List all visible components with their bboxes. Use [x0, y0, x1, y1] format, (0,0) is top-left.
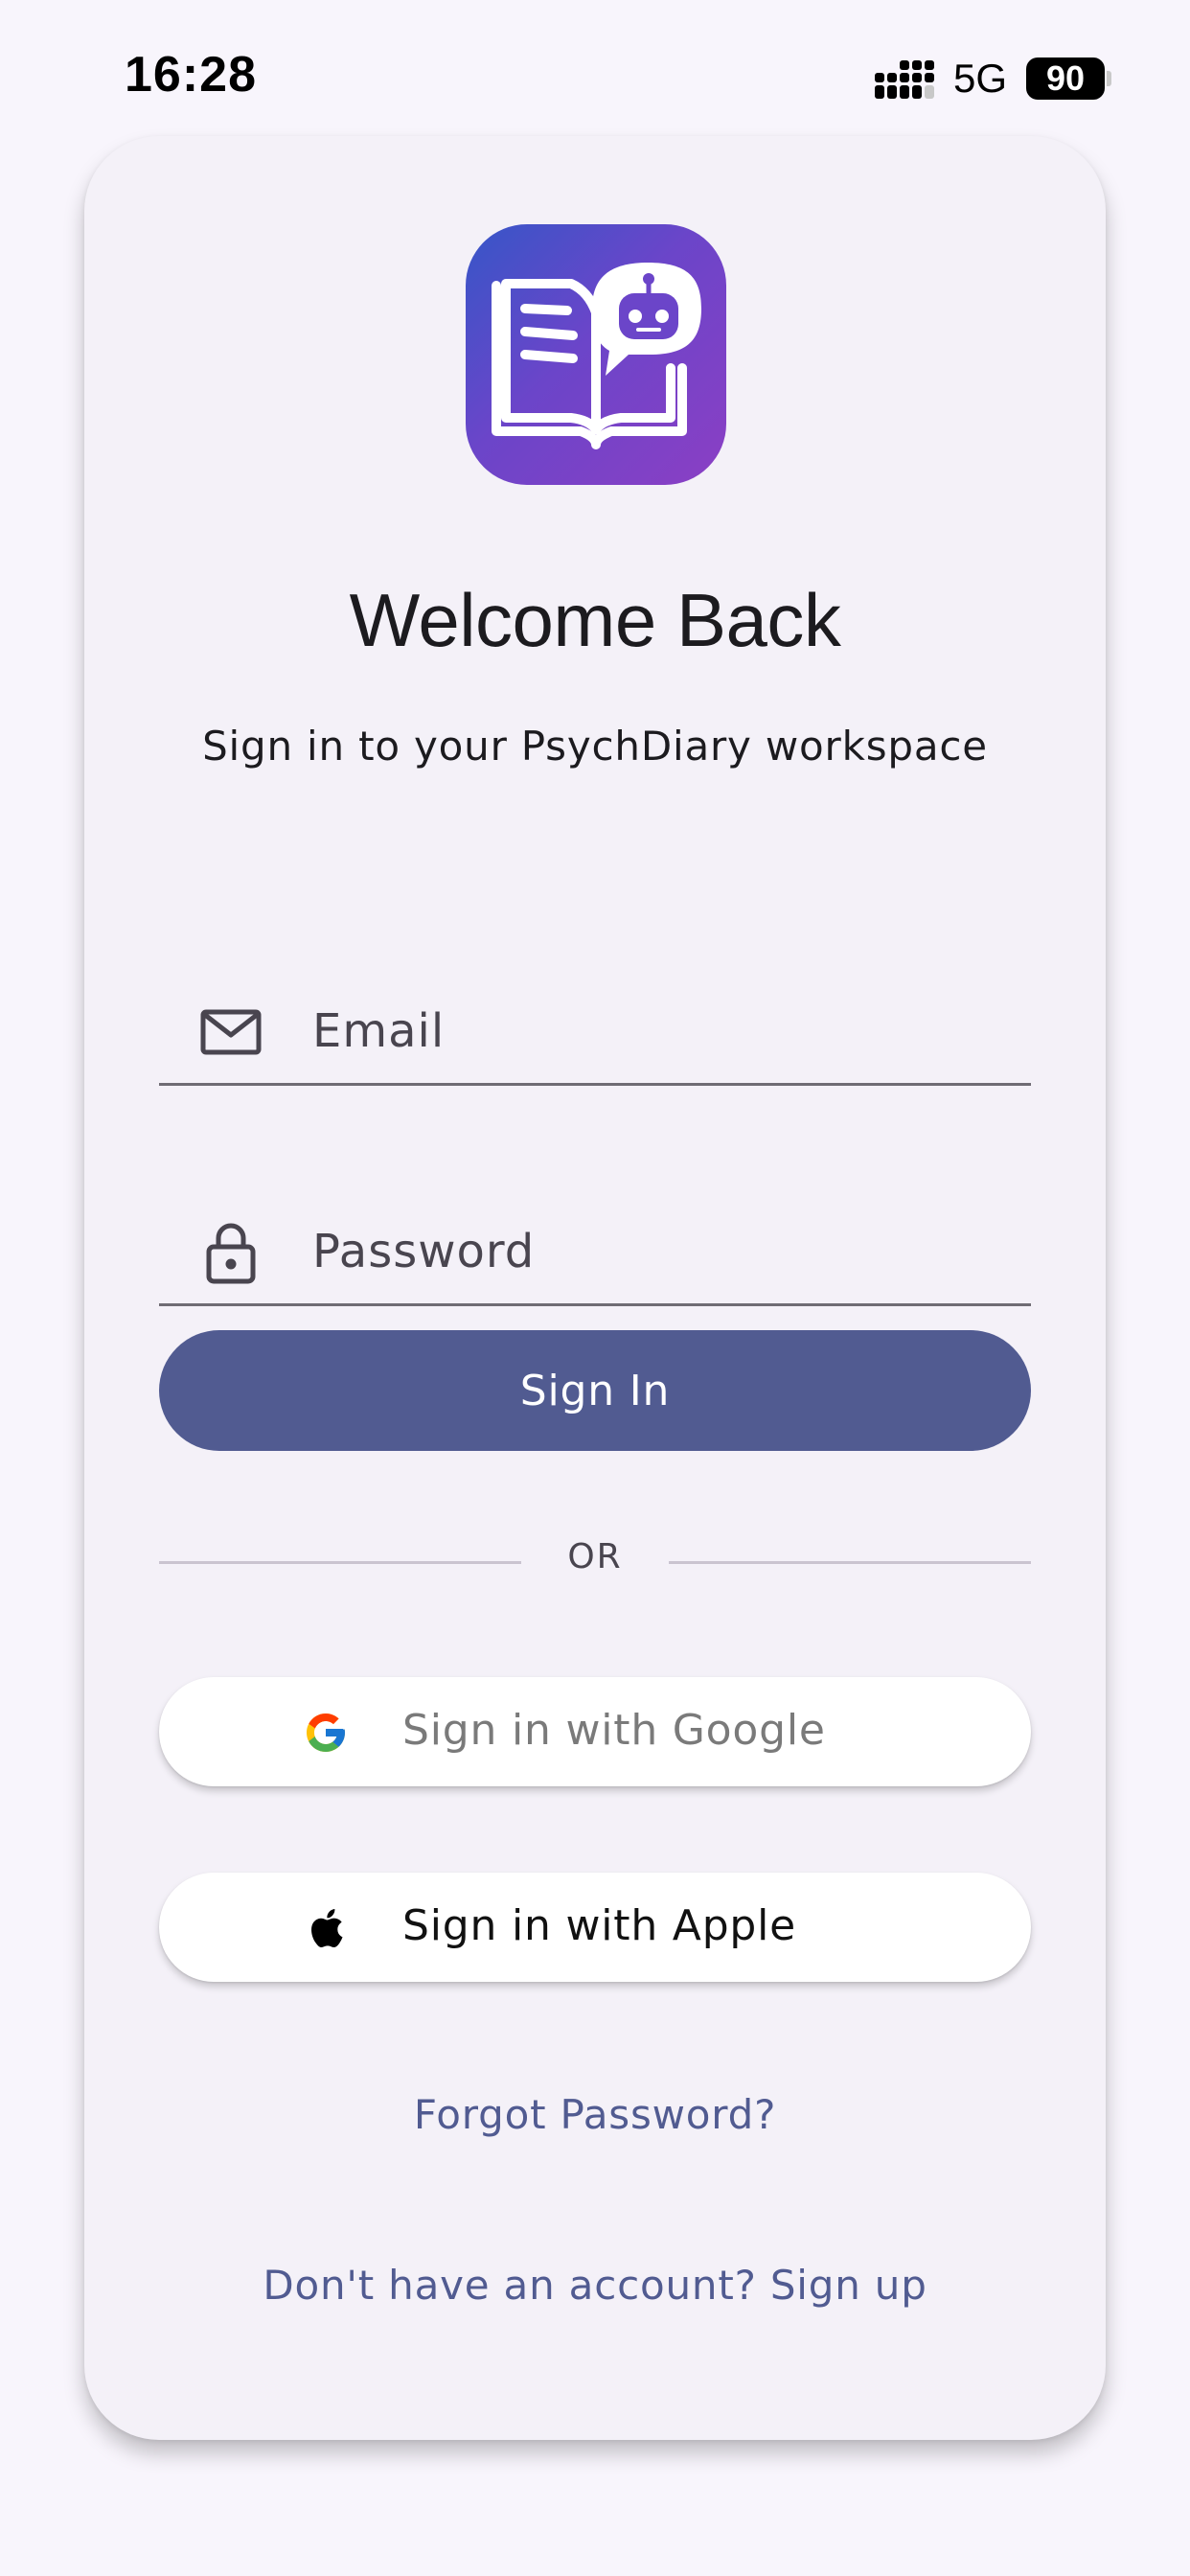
sign-up-link[interactable]: Don't have an account? Sign up [84, 2262, 1106, 2309]
apple-icon [311, 1909, 343, 1948]
lock-icon [206, 1223, 256, 1284]
status-indicators: 5G 90 [874, 56, 1111, 102]
divider-line-right [669, 1561, 1031, 1564]
login-card: Welcome Back Sign in to your PsychDiary … [84, 136, 1106, 2440]
or-divider: OR [159, 1533, 1031, 1591]
battery-tip [1107, 71, 1111, 86]
signal-strength-icon [874, 60, 934, 99]
email-input[interactable] [312, 995, 1002, 1068]
status-bar: 16:28 5G 90 [0, 0, 1190, 144]
mail-icon [200, 1009, 262, 1055]
password-field[interactable] [159, 1188, 1031, 1306]
book-chatbot-icon [466, 224, 726, 485]
page-title: Welcome Back [349, 578, 841, 662]
sign-in-button[interactable]: Sign In [159, 1330, 1031, 1451]
password-input[interactable] [312, 1215, 1002, 1288]
page-subtitle: Sign in to your PsychDiary workspace [202, 723, 988, 770]
network-type: 5G [952, 56, 1007, 101]
google-sign-in-label: Sign in with Google [402, 1706, 826, 1755]
google-sign-in-button[interactable]: Sign in with Google [159, 1677, 1031, 1786]
email-field[interactable] [159, 968, 1031, 1086]
forgot-password-link[interactable]: Forgot Password? [84, 2091, 1106, 2138]
google-icon [307, 1714, 345, 1752]
battery-level: 90 [1026, 58, 1105, 100]
status-time: 16:28 [125, 47, 257, 103]
divider-text: OR [567, 1537, 623, 1576]
battery-indicator: 90 [1026, 58, 1111, 100]
apple-sign-in-label: Sign in with Apple [402, 1901, 797, 1950]
apple-sign-in-button[interactable]: Sign in with Apple [159, 1873, 1031, 1982]
